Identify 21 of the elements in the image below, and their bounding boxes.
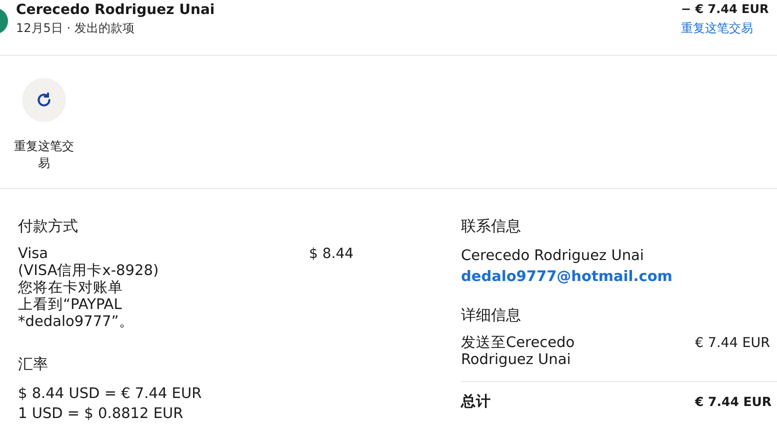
- section-heading: 详细信息: [461, 306, 522, 325]
- action-label: 重复这笔交易: [13, 138, 75, 172]
- repeat-link[interactable]: 重复这笔交易: [681, 20, 753, 37]
- exchange-rate: $ 8.44 USD = € 7.44 EUR: [18, 385, 203, 404]
- repeat-button[interactable]: [22, 78, 66, 122]
- section-heading: 付款方式: [18, 217, 79, 236]
- contact-name: Cerecedo Rodriguez Unai: [461, 247, 645, 266]
- transaction-date: 12月5日 · 发出的款项: [16, 20, 136, 37]
- section-heading: 联系信息: [461, 217, 522, 236]
- payment-amount: $ 8.44: [309, 246, 355, 264]
- section-heading: 汇率: [18, 355, 49, 374]
- exchange-rate: 1 USD = $ 0.8812 EUR: [18, 405, 184, 424]
- detail-value: € 7.44 EUR: [695, 335, 772, 353]
- detail-label: 发送至Cerecedo Rodriguez Unai: [461, 335, 576, 369]
- payee-name: Cerecedo Rodriguez Unai: [16, 2, 215, 18]
- total-label: 总计: [461, 394, 492, 411]
- payment-method: Visa (VISA信用卡x-8928) 您将在卡对账单 上看到“PAYPAL *dedalo9777”。: [18, 246, 159, 331]
- total-value: € 7.44 EUR: [695, 394, 773, 411]
- transaction-amount: − € 7.44 EUR: [681, 2, 769, 16]
- email-link[interactable]: dedalo9777@hotmail.com: [461, 266, 777, 288]
- refresh-icon: [36, 92, 52, 108]
